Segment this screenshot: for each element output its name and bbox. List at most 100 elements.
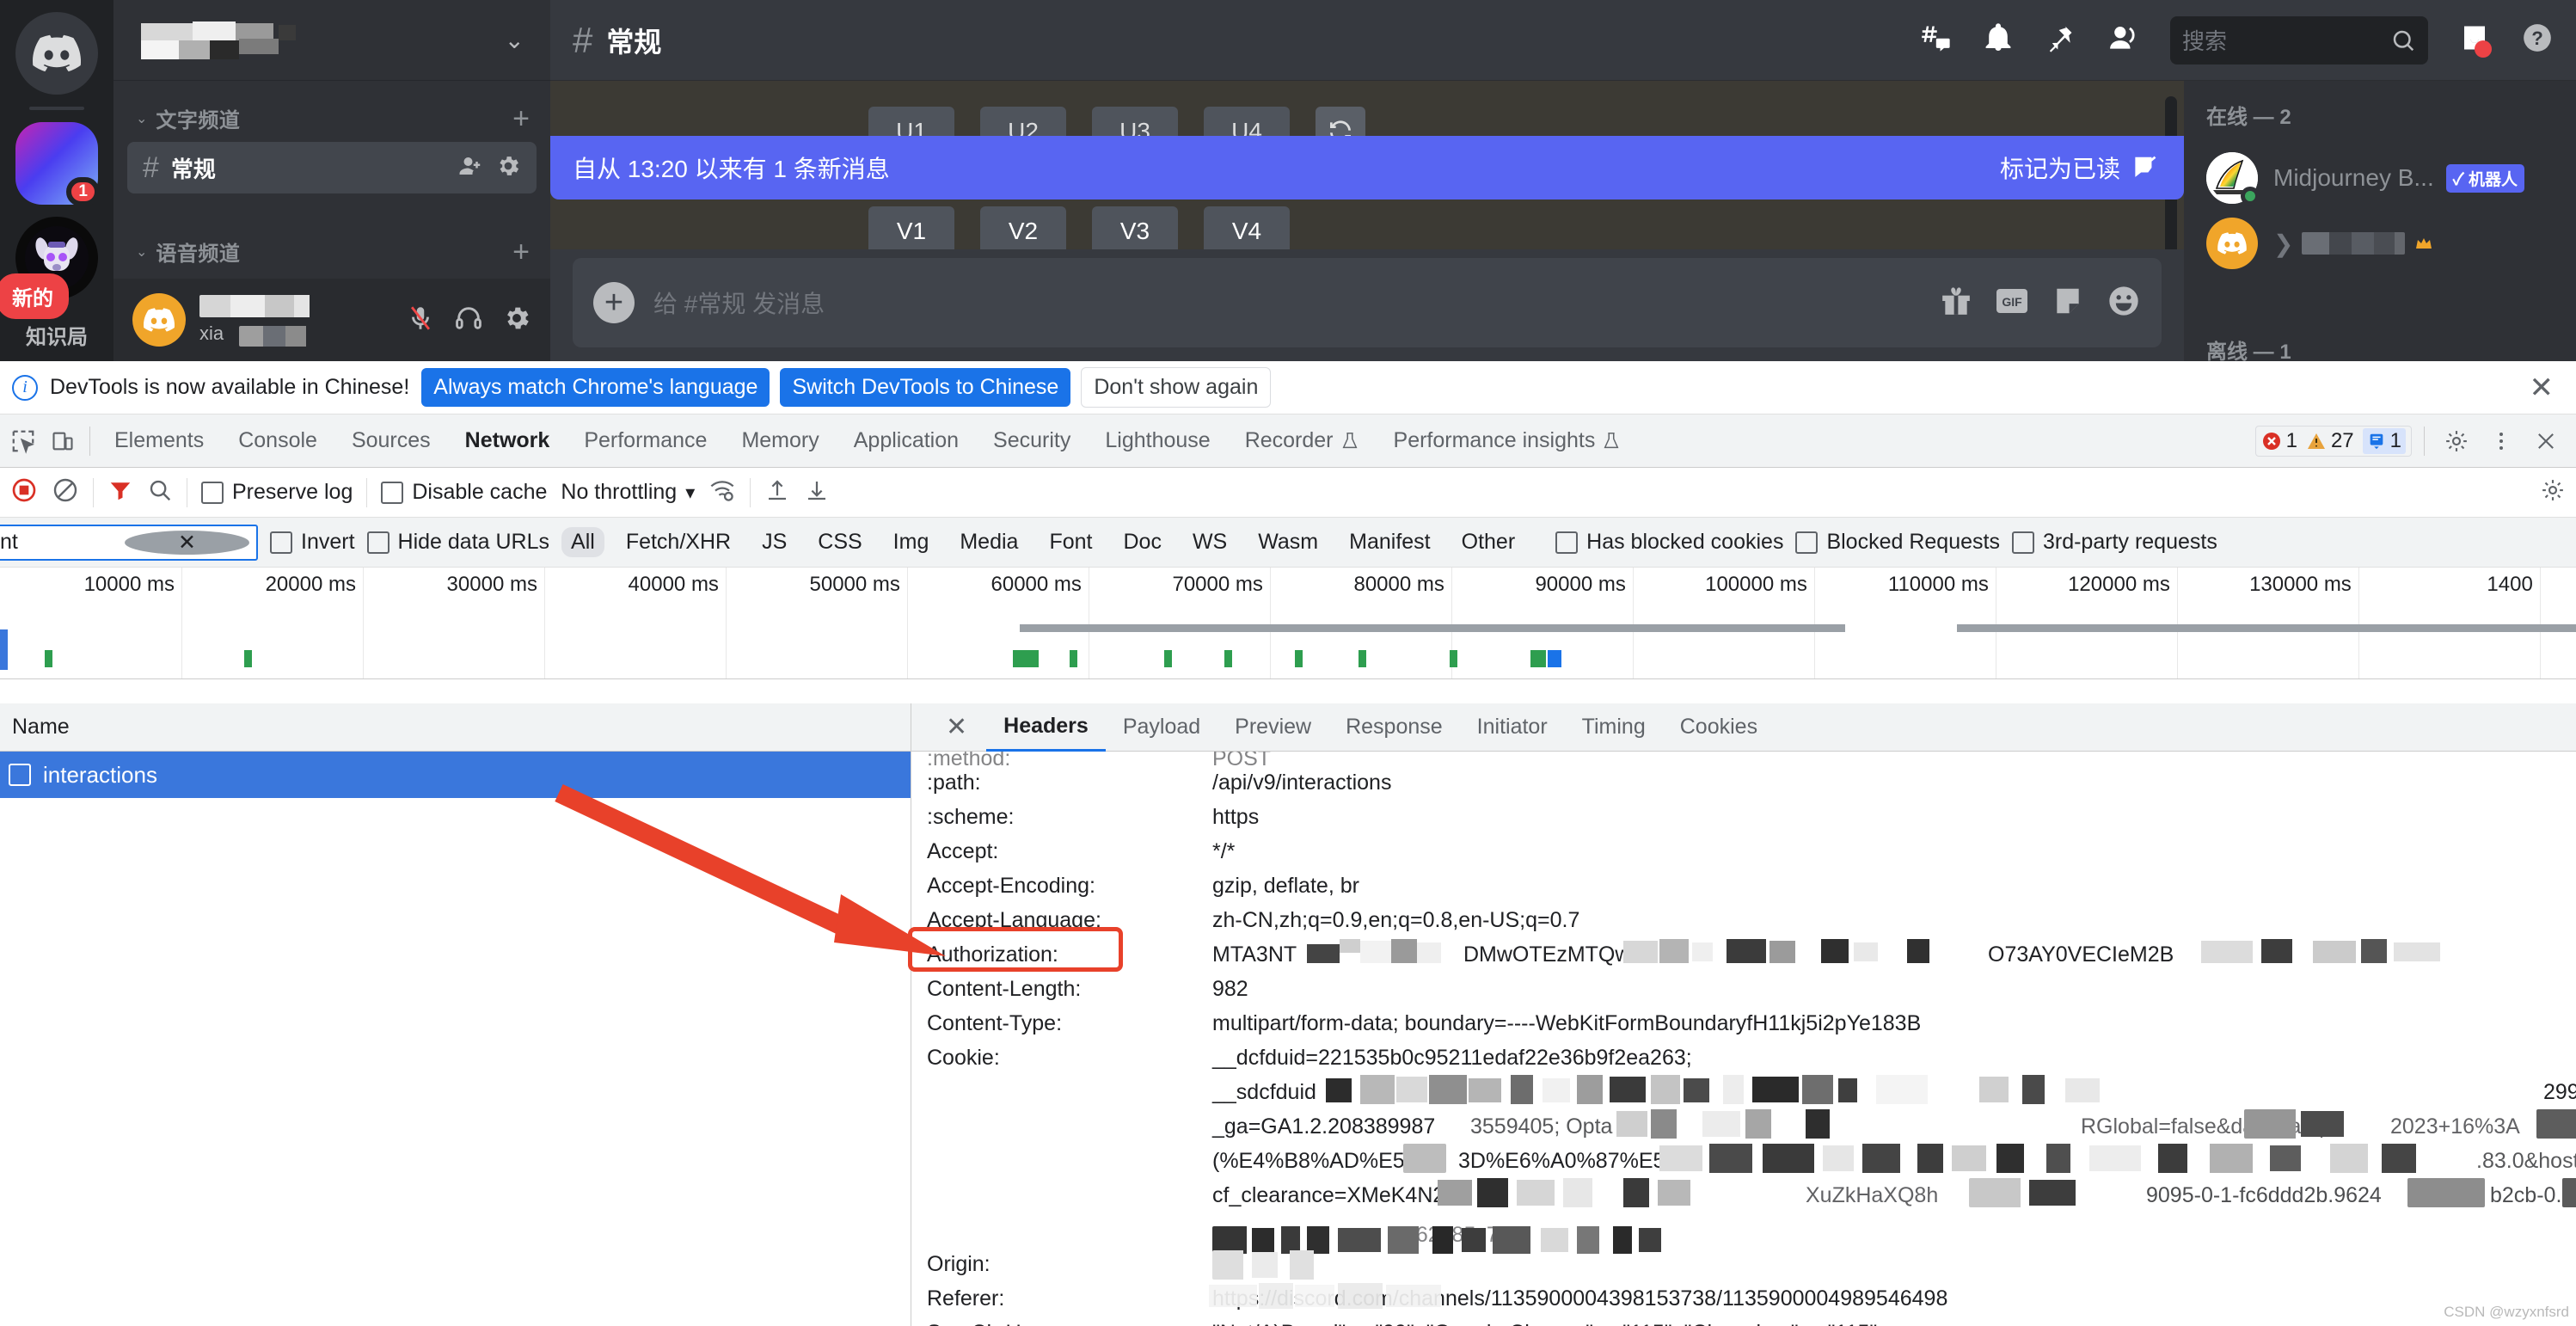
discord-home-button[interactable]	[15, 12, 98, 95]
filter-type-js[interactable]: JS	[752, 527, 796, 557]
tab-console[interactable]: Console	[221, 414, 334, 468]
tab-recorder[interactable]: Recorder	[1228, 414, 1377, 468]
dont-show-again-button[interactable]: Don't show again	[1081, 367, 1272, 408]
member-row-midjourney[interactable]: Midjourney B... ✓ 机器人	[2206, 145, 2554, 211]
server-dropdown-chevron-down-icon[interactable]: ⌄	[505, 28, 524, 52]
button-v2[interactable]: V2	[980, 206, 1066, 249]
devtools-more-options-icon[interactable]	[2481, 421, 2521, 461]
preserve-log-checkbox[interactable]: Preserve log	[201, 480, 353, 505]
tab-network[interactable]: Network	[448, 414, 567, 468]
filter-type-fetch-xhr[interactable]: Fetch/XHR	[616, 527, 740, 557]
detail-tab-headers[interactable]: Headers	[986, 703, 1106, 752]
tab-application[interactable]: Application	[837, 414, 976, 468]
third-party-requests-checkbox[interactable]: 3rd-party requests	[2011, 530, 2217, 555]
warning-counter[interactable]: 27	[2306, 429, 2354, 453]
pinned-messages-icon[interactable]	[2045, 22, 2076, 58]
tab-performance[interactable]: Performance	[567, 414, 724, 468]
checkbox-box[interactable]	[2011, 531, 2034, 554]
help-icon[interactable]: ?	[2521, 21, 2554, 58]
invite-member-icon[interactable]	[457, 153, 483, 183]
checkbox-box[interactable]	[1795, 531, 1819, 554]
checkbox-box[interactable]	[201, 481, 224, 504]
export-har-icon[interactable]	[804, 477, 830, 507]
search-input[interactable]: 搜索	[2170, 15, 2428, 64]
server-header[interactable]: ⌄	[113, 0, 550, 81]
inbox-icon[interactable]	[2459, 22, 2492, 58]
filter-type-font[interactable]: Font	[1040, 527, 1101, 557]
always-match-language-button[interactable]: Always match Chrome's language	[421, 368, 770, 407]
filter-input[interactable]: nt ✕	[0, 524, 258, 561]
channel-item-general[interactable]: # 常规	[127, 142, 537, 193]
inspect-element-icon[interactable]	[3, 421, 43, 461]
message-composer[interactable]: + 给 #常规 发消息 GIF	[573, 258, 2162, 347]
category-voice-channels[interactable]: ⌄ 语音频道 +	[113, 214, 550, 275]
filter-type-media[interactable]: Media	[950, 527, 1027, 557]
close-notice-icon[interactable]: ✕	[2530, 371, 2565, 405]
request-list-header[interactable]: Name	[0, 703, 911, 752]
user-avatar[interactable]	[132, 293, 186, 347]
guild-icon-1[interactable]: 1	[15, 122, 100, 206]
headphones-icon[interactable]	[454, 304, 483, 337]
threads-icon[interactable]	[1919, 21, 1952, 58]
checkbox-box[interactable]	[1555, 531, 1579, 554]
checkbox-box[interactable]	[366, 531, 389, 554]
hide-data-urls-checkbox[interactable]: Hide data URLs	[366, 530, 549, 555]
button-v1[interactable]: V1	[868, 206, 954, 249]
issue-counters[interactable]: 1 27 1	[2254, 425, 2412, 457]
devtools-settings-gear-icon[interactable]	[2437, 421, 2476, 461]
blocked-requests-checkbox[interactable]: Blocked Requests	[1795, 530, 2000, 555]
switch-devtools-to-chinese-button[interactable]: Switch DevTools to Chinese	[780, 368, 1071, 407]
toggle-device-toolbar-icon[interactable]	[43, 421, 83, 461]
filter-type-img[interactable]: Img	[884, 527, 939, 557]
invert-checkbox[interactable]: Invert	[270, 530, 355, 555]
network-conditions-icon[interactable]	[708, 476, 736, 508]
filter-type-other[interactable]: Other	[1452, 527, 1525, 557]
overview-selection-edge[interactable]	[0, 629, 8, 670]
channel-settings-gear-icon[interactable]	[495, 153, 521, 183]
button-v3[interactable]: V3	[1092, 206, 1178, 249]
clear-filter-icon[interactable]: ✕	[125, 530, 249, 555]
tab-performance-insights[interactable]: Performance insights	[1377, 414, 1639, 468]
network-overview-timeline[interactable]: 10000 ms 20000 ms 30000 ms 40000 ms 50000 ms…	[0, 568, 2576, 679]
checkbox-box[interactable]	[270, 531, 292, 554]
filter-type-css[interactable]: CSS	[808, 527, 871, 557]
gift-icon[interactable]	[1940, 285, 1972, 322]
record-stop-button[interactable]	[10, 476, 38, 508]
has-blocked-cookies-checkbox[interactable]: Has blocked cookies	[1555, 530, 1783, 555]
filter-type-doc[interactable]: Doc	[1113, 527, 1170, 557]
clear-network-log-icon[interactable]	[52, 476, 79, 508]
tab-elements[interactable]: Elements	[97, 414, 221, 468]
detail-tab-response[interactable]: Response	[1328, 703, 1460, 752]
filter-type-wasm[interactable]: Wasm	[1248, 527, 1328, 557]
mute-microphone-icon[interactable]	[406, 304, 435, 337]
detail-tab-initiator[interactable]: Initiator	[1460, 703, 1565, 752]
detail-tab-timing[interactable]: Timing	[1565, 703, 1663, 752]
network-settings-gear-icon[interactable]	[2540, 477, 2566, 507]
close-devtools-icon[interactable]	[2526, 421, 2566, 461]
tab-security[interactable]: Security	[976, 414, 1088, 468]
detail-tab-payload[interactable]: Payload	[1106, 703, 1217, 752]
notification-bell-icon[interactable]	[1983, 22, 2014, 58]
category-text-channels[interactable]: ⌄ 文字频道 +	[113, 81, 550, 142]
checkbox-box[interactable]	[381, 481, 404, 504]
member-list-icon[interactable]	[2107, 21, 2139, 58]
button-v4[interactable]: V4	[1204, 206, 1290, 249]
search-requests-icon[interactable]	[147, 477, 173, 507]
detail-tab-preview[interactable]: Preview	[1217, 703, 1328, 752]
close-detail-icon[interactable]: ✕	[927, 712, 986, 742]
tab-lighthouse[interactable]: Lighthouse	[1088, 414, 1227, 468]
add-text-channel-icon[interactable]: +	[512, 104, 530, 133]
error-counter[interactable]: 1	[2261, 429, 2297, 453]
filter-type-manifest[interactable]: Manifest	[1340, 527, 1439, 557]
user-settings-gear-icon[interactable]	[502, 304, 531, 337]
filter-funnel-icon[interactable]	[107, 477, 133, 507]
detail-tab-cookies[interactable]: Cookies	[1663, 703, 1775, 752]
throttling-select[interactable]: No throttling ▾	[561, 480, 695, 505]
member-row-user[interactable]: ❯	[2206, 211, 2554, 276]
tab-memory[interactable]: Memory	[724, 414, 836, 468]
filter-type-all[interactable]: All	[561, 527, 604, 557]
gif-icon[interactable]: GIF	[1995, 287, 2029, 319]
add-voice-channel-icon[interactable]: +	[512, 237, 530, 267]
disable-cache-checkbox[interactable]: Disable cache	[381, 480, 547, 505]
mark-as-read-button[interactable]: 标记为已读	[2000, 150, 2162, 185]
